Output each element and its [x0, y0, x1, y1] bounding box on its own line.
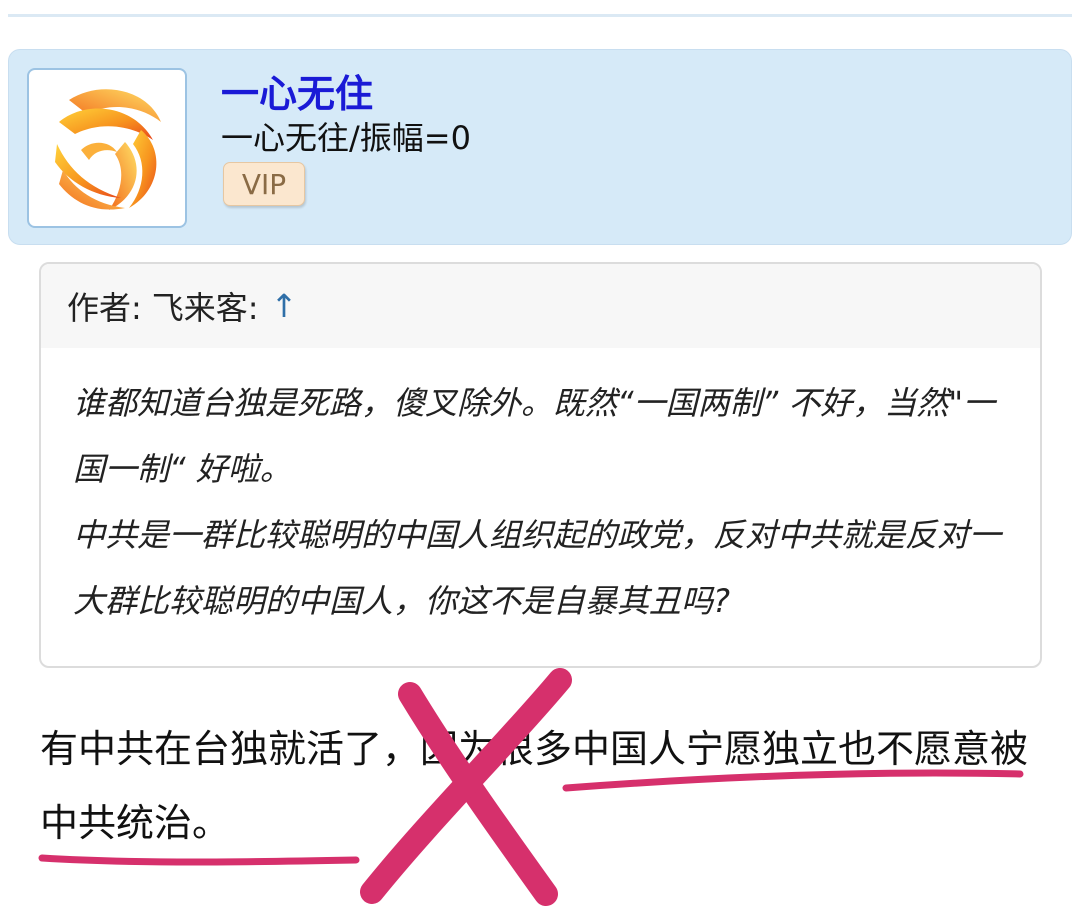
reply-paragraph: 有中共在台独就活了，因为很多中国人宁愿独立也不愿意被中共统治。 [40, 727, 1029, 845]
phoenix-logo-icon [55, 89, 161, 210]
user-name[interactable]: 一心无住 [221, 72, 373, 116]
avatar[interactable] [27, 68, 187, 228]
quote-header: 作者: 飞来客: ↑ [41, 264, 1040, 348]
user-card: 一心无住 一心无往/振幅=0 VIP [8, 49, 1072, 245]
user-signature: 一心无往/振幅=0 [221, 119, 471, 157]
quote-paragraph: 谁都知道台独是死路，傻叉除外。既然“一国两制” 不好，当然"一国一制“ 好啦。 [73, 384, 996, 488]
quote-author-name[interactable]: 飞来客: [152, 283, 259, 329]
vip-badge: VIP [223, 162, 305, 206]
quote-body: 谁都知道台独是死路，傻叉除外。既然“一国两制” 不好，当然"一国一制“ 好啦。 … [41, 348, 1040, 634]
reply-text: 有中共在台独就活了，因为很多中国人宁愿独立也不愿意被中共统治。 [40, 712, 1050, 860]
up-arrow-icon[interactable]: ↑ [271, 287, 298, 325]
top-divider [8, 14, 1072, 17]
quote-paragraph: 中共是一群比较聪明的中国人组织起的政党，反对中共就是反对一大群比较聪明的中国人，… [73, 516, 1002, 620]
quote-box: 作者: 飞来客: ↑ 谁都知道台独是死路，傻叉除外。既然“一国两制” 不好，当然… [39, 262, 1042, 668]
quote-author-label: 作者: [67, 289, 142, 327]
